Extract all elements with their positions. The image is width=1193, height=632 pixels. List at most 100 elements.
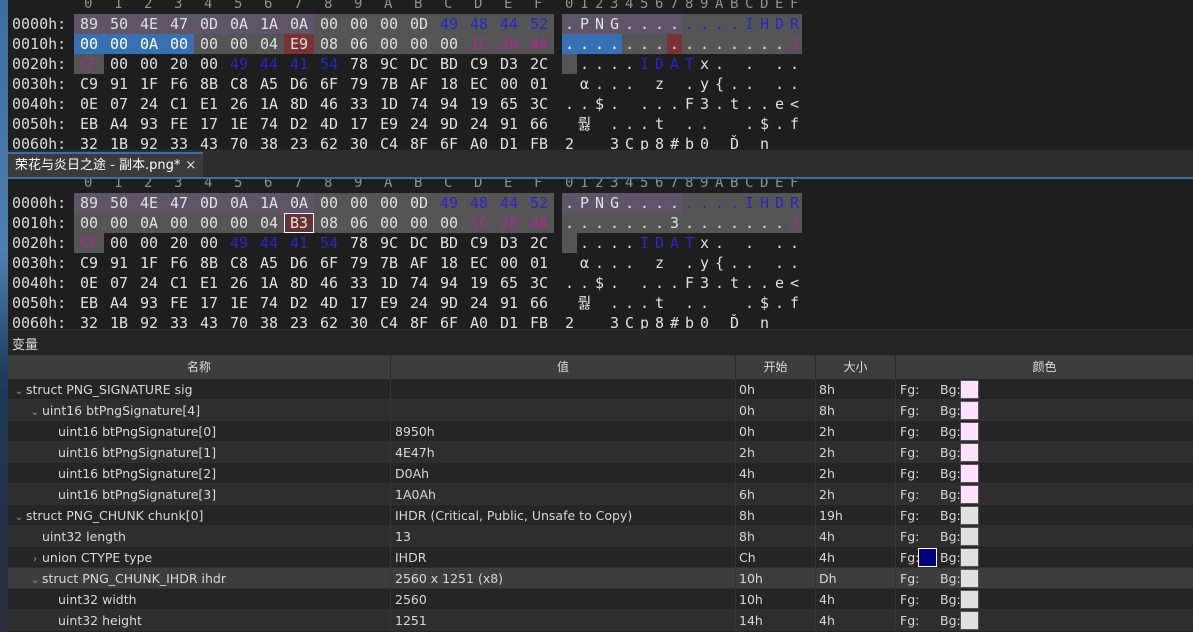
ascii-char[interactable]: . bbox=[577, 94, 592, 114]
ascii-char[interactable]: t bbox=[652, 293, 667, 313]
bg-color-swatch[interactable] bbox=[960, 422, 979, 441]
ascii-char[interactable]: . bbox=[787, 233, 802, 253]
hex-byte[interactable]: 1A bbox=[254, 273, 284, 293]
ascii-char[interactable]: . bbox=[577, 273, 592, 293]
hex-byte[interactable]: 00 bbox=[404, 213, 434, 233]
hex-byte[interactable]: 19 bbox=[464, 94, 494, 114]
hex-byte[interactable]: 46 bbox=[314, 94, 344, 114]
ascii-char[interactable] bbox=[562, 293, 577, 313]
variable-row[interactable]: uint16 btPngSignature[0] 8950h 0h 2h Fg: Bg: bbox=[8, 421, 1193, 442]
hex-byte[interactable]: 66 bbox=[524, 293, 554, 313]
hex-byte[interactable]: 44 bbox=[494, 193, 524, 213]
ascii-char[interactable] bbox=[667, 293, 682, 313]
ascii-char[interactable]: f bbox=[787, 293, 802, 313]
ascii-char[interactable]: . bbox=[727, 213, 742, 233]
bg-color-swatch[interactable] bbox=[960, 380, 979, 399]
ascii-char[interactable]: . bbox=[712, 34, 727, 54]
variable-row[interactable]: uint16 btPngSignature[1] 4E47h 2h 2h Fg: Bg: bbox=[8, 442, 1193, 463]
hex-byte[interactable]: 00 bbox=[74, 213, 104, 233]
hex-byte[interactable]: 2C bbox=[524, 54, 554, 74]
hex-byte[interactable]: BD bbox=[434, 233, 464, 253]
ascii-char[interactable]: . bbox=[712, 273, 727, 293]
ascii-char[interactable]: < bbox=[787, 94, 802, 114]
ascii-char[interactable]: . bbox=[622, 74, 637, 94]
hex-byte[interactable]: 54 bbox=[314, 233, 344, 253]
hex-byte[interactable]: 00 bbox=[434, 34, 464, 54]
ascii-char[interactable]: . bbox=[607, 74, 622, 94]
ascii-char[interactable]: $ bbox=[592, 94, 607, 114]
ascii-char[interactable]: . bbox=[712, 54, 727, 74]
ascii-char[interactable] bbox=[562, 74, 577, 94]
bg-color-swatch[interactable] bbox=[960, 506, 979, 525]
column-header-value[interactable]: 值 bbox=[391, 355, 736, 379]
hex-byte[interactable]: 33 bbox=[164, 313, 194, 329]
hex-byte[interactable]: A5 bbox=[254, 74, 284, 94]
hex-byte[interactable]: 94 bbox=[434, 94, 464, 114]
hex-byte[interactable]: 04 bbox=[254, 34, 284, 54]
ascii-char[interactable]: . bbox=[682, 14, 697, 34]
hex-byte[interactable]: 8B bbox=[194, 74, 224, 94]
hex-byte[interactable]: 07 bbox=[104, 94, 134, 114]
ascii-char[interactable]: I bbox=[742, 14, 757, 34]
ascii-char[interactable] bbox=[622, 94, 637, 114]
hex-byte[interactable]: 08 bbox=[314, 213, 344, 233]
hex-byte[interactable]: 6F bbox=[314, 74, 344, 94]
ascii-char[interactable]: Ď bbox=[727, 313, 742, 329]
hex-byte[interactable]: AF bbox=[404, 253, 434, 273]
column-header-name[interactable]: 名称 bbox=[8, 355, 391, 379]
ascii-char[interactable]: . bbox=[652, 213, 667, 233]
hex-byte[interactable]: 50 bbox=[104, 193, 134, 213]
hex-byte[interactable]: 47 bbox=[164, 193, 194, 213]
ascii-char[interactable]: . bbox=[637, 14, 652, 34]
ascii-char[interactable] bbox=[757, 54, 772, 74]
hex-byte[interactable]: 1D bbox=[374, 94, 404, 114]
hex-byte[interactable]: 52 bbox=[524, 193, 554, 213]
hex-byte[interactable]: 17 bbox=[194, 114, 224, 134]
column-header-color[interactable]: 颜色 bbox=[896, 355, 1193, 379]
ascii-char[interactable]: R bbox=[787, 14, 802, 34]
ascii-char[interactable]: . bbox=[637, 213, 652, 233]
hex-editor-bottom[interactable]: 0 0 1 1 2 2 3 3 4 4 5 5 6 6 7 7 8 8 9 9 A A B B C C D D E E F F 0000h: 89… bbox=[8, 179, 1193, 329]
ascii-char[interactable]: . bbox=[742, 94, 757, 114]
ascii-char[interactable]: z bbox=[652, 253, 667, 273]
ascii-char[interactable]: . bbox=[682, 74, 697, 94]
ascii-char[interactable]: F bbox=[682, 273, 697, 293]
ascii-char[interactable] bbox=[577, 134, 592, 150]
hex-byte[interactable]: C8 bbox=[224, 74, 254, 94]
hex-byte[interactable]: 6F bbox=[434, 313, 464, 329]
hex-byte[interactable]: 23 bbox=[284, 313, 314, 329]
ascii-char[interactable]: D bbox=[772, 14, 787, 34]
hex-byte[interactable]: 0E bbox=[74, 94, 104, 114]
ascii-char[interactable] bbox=[757, 233, 772, 253]
ascii-char[interactable]: . bbox=[757, 34, 772, 54]
hex-byte[interactable]: F6 bbox=[164, 253, 194, 273]
hex-byte[interactable]: 47 bbox=[164, 14, 194, 34]
hex-byte[interactable]: 9D bbox=[434, 114, 464, 134]
bg-color-swatch[interactable] bbox=[960, 401, 979, 420]
ascii-char[interactable]: . bbox=[787, 253, 802, 273]
ascii-char[interactable]: H bbox=[757, 193, 772, 213]
hex-byte[interactable]: 00 bbox=[374, 34, 404, 54]
ascii-char[interactable]: e bbox=[772, 94, 787, 114]
hex-byte[interactable]: 1F bbox=[134, 74, 164, 94]
ascii-char[interactable] bbox=[592, 114, 607, 134]
hex-byte[interactable]: 43 bbox=[194, 134, 224, 150]
ascii-char[interactable]: Ď bbox=[727, 134, 742, 150]
ascii-char[interactable]: . bbox=[772, 213, 787, 233]
hex-byte[interactable]: 91 bbox=[494, 293, 524, 313]
hex-byte[interactable]: 89 bbox=[74, 193, 104, 213]
hex-byte[interactable]: 00 bbox=[374, 14, 404, 34]
hex-byte[interactable]: EC bbox=[464, 74, 494, 94]
hex-byte[interactable]: 66 bbox=[524, 114, 554, 134]
hex-byte[interactable]: 00 bbox=[434, 213, 464, 233]
hex-byte[interactable]: 1D bbox=[374, 273, 404, 293]
ascii-char[interactable]: 3 bbox=[607, 313, 622, 329]
ascii-char[interactable]: α bbox=[577, 253, 592, 273]
hex-byte[interactable]: 17 bbox=[344, 114, 374, 134]
ascii-char[interactable]: . bbox=[637, 114, 652, 134]
hex-byte[interactable]: 8F bbox=[404, 313, 434, 329]
ascii-char[interactable]: . bbox=[742, 233, 757, 253]
hex-byte[interactable]: 19 bbox=[464, 273, 494, 293]
hex-byte[interactable]: 00 bbox=[134, 54, 164, 74]
ascii-char[interactable]: I bbox=[637, 233, 652, 253]
